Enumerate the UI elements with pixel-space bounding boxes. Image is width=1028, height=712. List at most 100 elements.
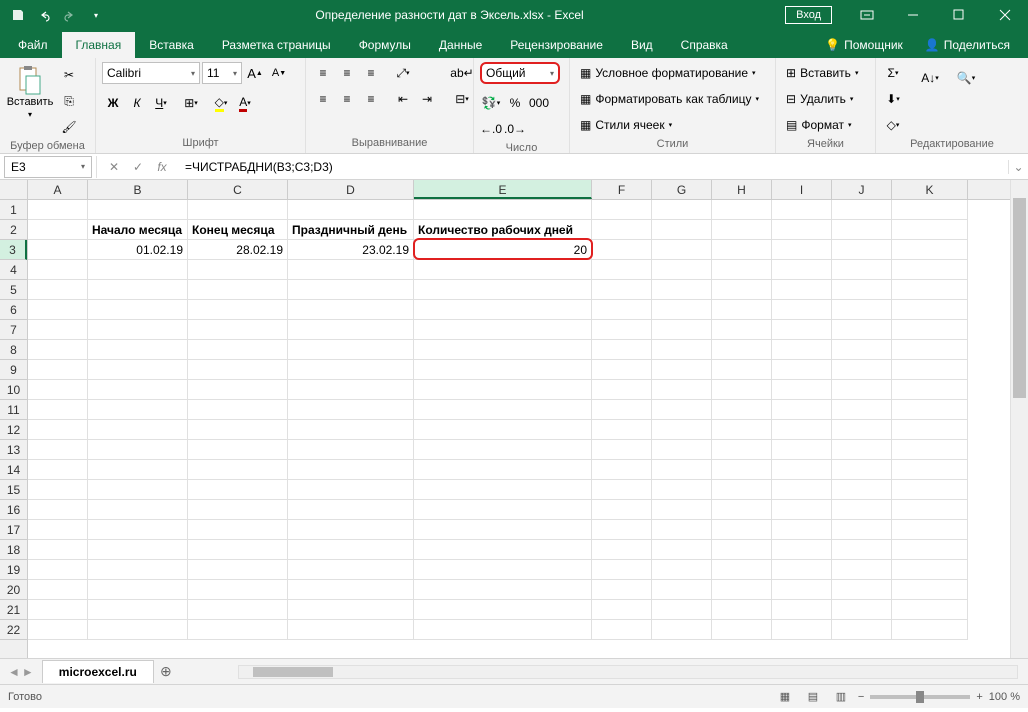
cell[interactable] [832, 360, 892, 380]
cell[interactable]: 28.02.19 [188, 240, 288, 260]
cell[interactable] [712, 580, 772, 600]
cell[interactable]: Конец месяца [188, 220, 288, 240]
cell[interactable] [832, 620, 892, 640]
cell[interactable] [652, 540, 712, 560]
col-header-B[interactable]: B [88, 180, 188, 199]
border-icon[interactable]: ⊞▾ [180, 92, 202, 114]
tab-data[interactable]: Данные [425, 32, 496, 58]
zoom-slider[interactable] [870, 695, 970, 699]
redo-icon[interactable] [58, 3, 82, 27]
cell[interactable] [288, 500, 414, 520]
cell[interactable] [288, 420, 414, 440]
cell[interactable] [712, 300, 772, 320]
italic-button[interactable]: К [126, 92, 148, 114]
cell[interactable] [188, 360, 288, 380]
cell[interactable] [772, 300, 832, 320]
cell[interactable] [88, 520, 188, 540]
row-header-9[interactable]: 9 [0, 360, 27, 380]
cell[interactable] [288, 580, 414, 600]
cell[interactable] [832, 460, 892, 480]
cell[interactable] [592, 520, 652, 540]
cell[interactable] [188, 600, 288, 620]
cell[interactable] [892, 260, 968, 280]
cell[interactable] [652, 520, 712, 540]
cell[interactable] [88, 560, 188, 580]
tellme-button[interactable]: 💡Помощник [817, 32, 911, 58]
name-box[interactable]: E3▾ [4, 156, 92, 178]
format-as-table-button[interactable]: ▦Форматировать как таблицу▾ [576, 88, 763, 110]
cell[interactable] [652, 380, 712, 400]
cell[interactable] [832, 400, 892, 420]
cell[interactable] [832, 440, 892, 460]
row-header-7[interactable]: 7 [0, 320, 27, 340]
save-icon[interactable] [6, 3, 30, 27]
close-icon[interactable] [982, 0, 1028, 30]
cell[interactable] [772, 480, 832, 500]
cell[interactable] [772, 320, 832, 340]
cell[interactable] [772, 200, 832, 220]
cell[interactable]: 01.02.19 [88, 240, 188, 260]
vertical-scrollbar[interactable] [1010, 180, 1028, 658]
cell[interactable]: Количество рабочих дней [414, 220, 592, 240]
row-header-16[interactable]: 16 [0, 500, 27, 520]
cell[interactable] [288, 560, 414, 580]
cell[interactable] [592, 620, 652, 640]
cell[interactable] [188, 480, 288, 500]
cell[interactable] [28, 480, 88, 500]
cell[interactable] [892, 480, 968, 500]
cell[interactable] [832, 260, 892, 280]
add-sheet-icon[interactable]: ⊕ [154, 663, 178, 680]
cell[interactable] [592, 560, 652, 580]
cell[interactable] [712, 520, 772, 540]
tab-layout[interactable]: Разметка страницы [208, 32, 345, 58]
column-headers[interactable]: ABCDEFGHIJK [28, 180, 1010, 200]
find-select-icon[interactable]: 🔍▾ [952, 62, 980, 94]
cell[interactable] [652, 460, 712, 480]
cell[interactable] [288, 460, 414, 480]
cell[interactable] [652, 260, 712, 280]
cell[interactable] [592, 460, 652, 480]
cell[interactable] [28, 200, 88, 220]
cell[interactable] [832, 420, 892, 440]
increase-decimal-icon[interactable]: ←.0 [480, 118, 502, 140]
cell[interactable] [28, 600, 88, 620]
cell[interactable] [414, 280, 592, 300]
cell[interactable] [288, 360, 414, 380]
cell[interactable] [188, 540, 288, 560]
cell[interactable] [652, 400, 712, 420]
cell[interactable] [652, 360, 712, 380]
format-cells-button[interactable]: ▤Формат▾ [782, 114, 862, 136]
cell[interactable] [832, 300, 892, 320]
cell[interactable] [88, 440, 188, 460]
sort-filter-icon[interactable]: A↓▾ [916, 62, 944, 94]
orientation-icon[interactable]: ⤢▾ [392, 62, 414, 84]
cell[interactable] [188, 520, 288, 540]
cell[interactable] [832, 540, 892, 560]
cell[interactable] [414, 360, 592, 380]
cell[interactable] [772, 540, 832, 560]
cell[interactable] [652, 580, 712, 600]
cell[interactable] [414, 400, 592, 420]
cell[interactable] [28, 320, 88, 340]
cell[interactable] [772, 340, 832, 360]
cell[interactable] [414, 440, 592, 460]
cell[interactable] [28, 240, 88, 260]
cell[interactable] [772, 420, 832, 440]
cell[interactable] [414, 300, 592, 320]
cell[interactable] [772, 580, 832, 600]
cell[interactable] [188, 300, 288, 320]
col-header-J[interactable]: J [832, 180, 892, 199]
clear-icon[interactable]: ◇▾ [882, 114, 904, 136]
cell[interactable] [414, 580, 592, 600]
cell[interactable] [712, 400, 772, 420]
cell[interactable] [712, 240, 772, 260]
insert-cells-button[interactable]: ⊞Вставить▾ [782, 62, 862, 84]
cell[interactable] [652, 500, 712, 520]
cell[interactable] [414, 620, 592, 640]
minimize-icon[interactable] [890, 0, 936, 30]
fx-icon[interactable]: fx [151, 156, 173, 178]
cell[interactable] [712, 460, 772, 480]
row-header-6[interactable]: 6 [0, 300, 27, 320]
cell[interactable]: 23.02.19 [288, 240, 414, 260]
col-header-A[interactable]: A [28, 180, 88, 199]
